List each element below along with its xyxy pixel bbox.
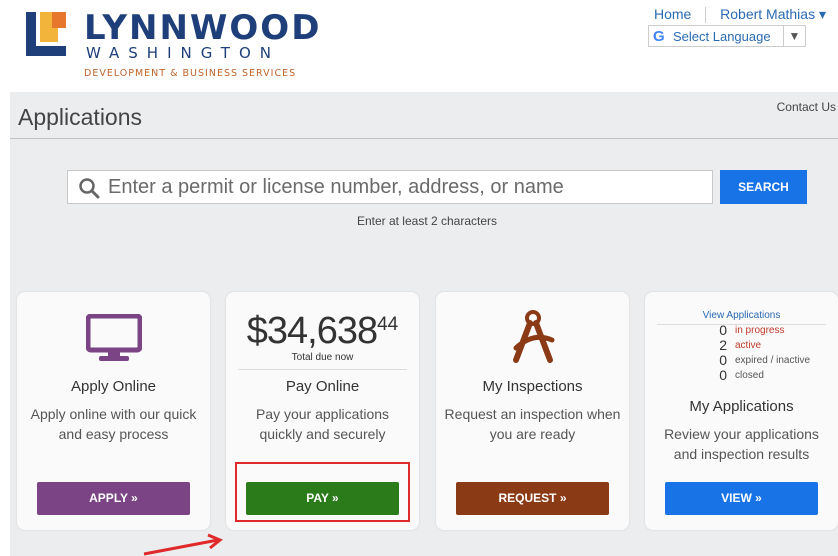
logo-department: DEVELOPMENT & BUSINESS SERVICES (84, 68, 297, 79)
nav-separator (705, 7, 707, 24)
compass-icon (513, 310, 555, 363)
my-inspections-desc: Request an inspection when you are ready (444, 406, 621, 442)
user-menu[interactable]: Robert Mathias ▾ (720, 6, 826, 23)
dropdown-arrow-icon[interactable]: ▼ (783, 26, 805, 46)
stat-label: in progress (735, 325, 785, 336)
my-applications-card: View Applications 0 in progress 2 active… (645, 292, 838, 530)
total-due-label: Total due now (291, 352, 354, 363)
stat-count: 0 (719, 322, 727, 338)
total-due-amount: $34,63844 (226, 310, 419, 353)
page-title: Applications (18, 104, 143, 130)
apply-online-title: Apply Online (70, 378, 157, 395)
logo-title: LYNNWOOD (84, 8, 322, 48)
application-stats: View Applications 0 in progress 2 active… (645, 310, 838, 383)
language-label: Select Language (673, 29, 771, 44)
stat-row: 2 active (645, 338, 838, 353)
my-applications-desc: Review your applications and inspection … (664, 426, 819, 462)
annotation-highlight-box (235, 462, 410, 522)
site-header: LYNNWOOD WASHINGTON DEVELOPMENT & BUSINE… (0, 0, 838, 92)
title-divider (10, 138, 838, 139)
request-button[interactable]: REQUEST » (456, 482, 609, 515)
pay-divider (238, 369, 407, 370)
site-logo[interactable]: LYNNWOOD WASHINGTON DEVELOPMENT & BUSINE… (26, 8, 319, 84)
stat-row: 0 in progress (645, 323, 838, 338)
stat-row: 0 closed (645, 368, 838, 383)
stat-count: 2 (719, 337, 727, 353)
view-button[interactable]: VIEW » (665, 482, 818, 515)
stat-label: closed (735, 370, 764, 381)
my-inspections-title: My Inspections (482, 378, 583, 395)
amount-cents: 44 (377, 314, 399, 335)
stat-label: expired / inactive (735, 355, 811, 366)
stat-count: 0 (719, 352, 727, 368)
search-button[interactable]: SEARCH (720, 170, 807, 204)
stat-count: 0 (719, 367, 727, 383)
logo-mark (26, 12, 72, 56)
view-applications-link[interactable]: View Applications (645, 310, 838, 321)
nav-home-link[interactable]: Home (654, 6, 691, 22)
apply-online-desc: Apply online with our quick and easy pro… (30, 406, 197, 442)
contact-us-link[interactable]: Contact Us (777, 100, 836, 114)
stat-row: 0 expired / inactive (645, 353, 838, 368)
apply-online-card: Apply Online Apply online with our quick… (17, 292, 210, 530)
amount-dollars: $34,638 (246, 310, 378, 352)
apply-button[interactable]: APPLY » (37, 482, 190, 515)
logo-subtitle: WASHINGTON (86, 44, 280, 62)
annotation-arrow-icon (143, 533, 223, 556)
google-icon: G (653, 28, 665, 45)
search-hint: Enter at least 2 characters (356, 214, 498, 228)
my-inspections-card: My Inspections Request an inspection whe… (436, 292, 629, 530)
top-nav: Home Robert Mathias ▾ (654, 6, 826, 24)
monitor-icon (86, 314, 142, 361)
search-box (67, 170, 713, 204)
language-selector[interactable]: G Select Language ▼ (648, 25, 806, 47)
main-content: Applications Contact Us SEARCH Enter at … (10, 92, 838, 556)
pay-online-title: Pay Online (285, 378, 360, 395)
stat-label: active (735, 340, 762, 351)
my-applications-title: My Applications (689, 398, 794, 415)
pay-online-desc: Pay your applications quickly and secure… (255, 406, 390, 442)
search-input[interactable] (68, 171, 712, 203)
